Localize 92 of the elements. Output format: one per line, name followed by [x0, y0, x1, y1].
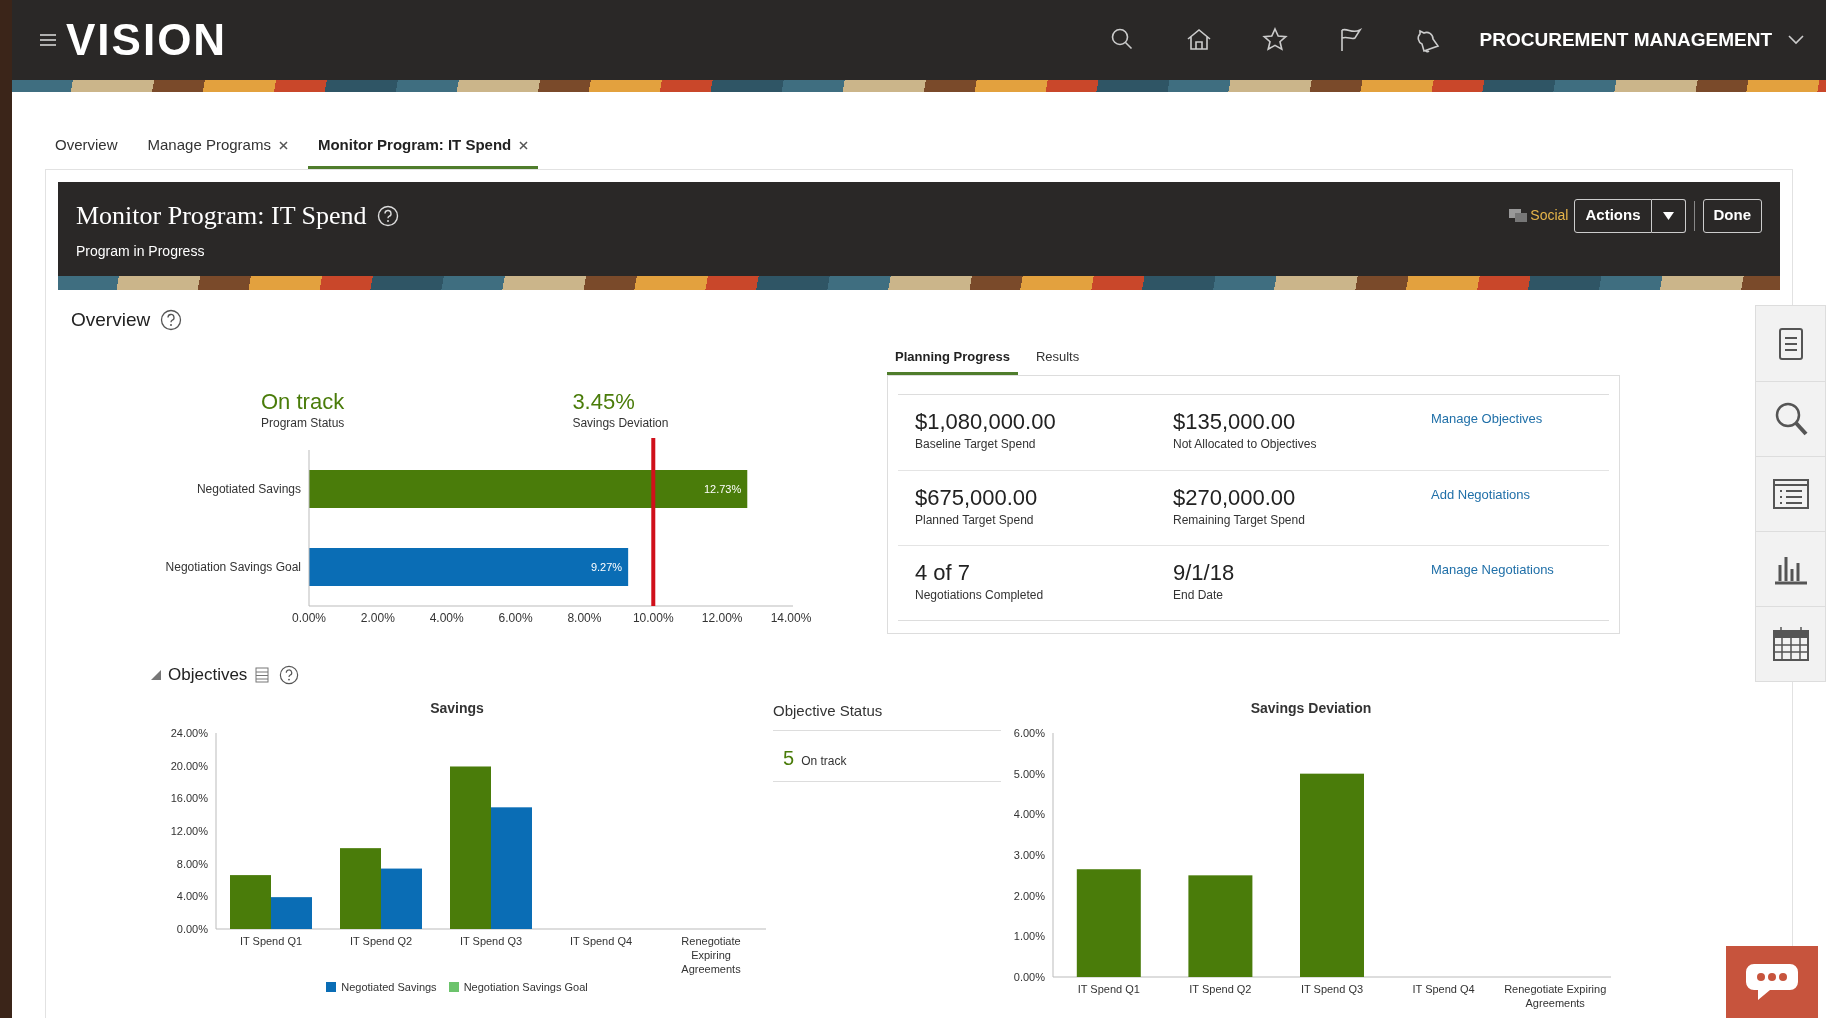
status-value: 3.45% — [572, 389, 636, 414]
status-value: On track — [261, 389, 345, 414]
metric-label: Planned Target Spend — [915, 512, 1035, 529]
tick-label: 8.00% — [567, 610, 602, 625]
tick-label: 0.00% — [1013, 970, 1045, 983]
tick-label: 4.00% — [429, 610, 464, 625]
tick-label: 4.00% — [1013, 807, 1045, 820]
close-icon[interactable] — [278, 141, 288, 150]
metric-label: Not Allocated to Objectives — [1173, 436, 1318, 453]
page-title: Monitor Program: IT Spend — [76, 200, 367, 232]
tab[interactable]: Overview — [45, 125, 128, 169]
social-link[interactable]: Social — [1530, 205, 1569, 226]
legend-label: Negotiation Savings Goal — [463, 979, 588, 995]
category-label: IT Spend Q3 — [459, 934, 523, 947]
chart-title: Savings Deviation — [1250, 698, 1372, 718]
tick-label: 10.00% — [632, 610, 674, 625]
table-icon[interactable] — [255, 666, 270, 683]
category-label: Negotiation Savings Goal — [165, 559, 301, 574]
metric-value: $135,000.00 — [1173, 409, 1297, 435]
calendar-icon[interactable] — [1770, 624, 1811, 664]
panel-title: Objective Status — [773, 700, 884, 721]
status-label: Program Status — [261, 414, 345, 432]
tick-label: 24.00% — [170, 726, 208, 739]
tick-label: 16.00% — [170, 791, 208, 804]
close-icon[interactable] — [519, 141, 529, 150]
tick-label: 14.00% — [770, 610, 812, 625]
metric-label: Negotiations Completed — [915, 587, 1045, 604]
tick-label: 0.00% — [292, 610, 326, 625]
tab[interactable]: Monitor Program: IT Spend — [307, 125, 539, 169]
category-label: IT Spend Q4 — [569, 934, 633, 947]
help-icon[interactable] — [279, 664, 300, 685]
vision-logo: VISION — [66, 14, 228, 66]
star-icon[interactable] — [1261, 27, 1288, 53]
category-label: Renegotiate Expiring Agreements — [681, 934, 741, 975]
category-label: IT Spend Q2 — [1189, 982, 1252, 995]
legend-label: Negotiated Savings — [341, 979, 437, 995]
metric-value: $675,000.00 — [915, 485, 1039, 511]
metric-label: End Date — [1173, 587, 1225, 604]
chat-bubbles-icon[interactable] — [1508, 207, 1529, 224]
tick-label: 12.00% — [701, 610, 743, 625]
data-label: 9.27% — [590, 560, 623, 573]
tick-label: 1.00% — [1013, 929, 1045, 942]
actions-dropdown-button[interactable] — [1651, 198, 1686, 233]
tick-label: 2.00% — [1013, 889, 1045, 902]
category-label: IT Spend Q2 — [349, 934, 413, 947]
link[interactable]: Add Negotiations — [1431, 485, 1530, 545]
metric-label: Baseline Target Spend — [915, 436, 1037, 453]
metric-value: 9/1/18 — [1173, 560, 1236, 586]
caret-icon — [1662, 211, 1674, 220]
chart-title: Savings — [430, 698, 484, 718]
status-label: On track — [801, 753, 847, 770]
category-label: IT Spend Q3 — [1300, 982, 1364, 995]
chat-button[interactable] — [1726, 946, 1818, 1018]
tick-label: 5.00% — [1013, 767, 1045, 780]
bar — [381, 868, 422, 929]
chevron-down-icon[interactable] — [1788, 35, 1804, 45]
link[interactable]: Manage Negotiations — [1431, 560, 1554, 620]
done-button[interactable]: Done — [1702, 198, 1762, 233]
tick-label: 3.00% — [1013, 848, 1045, 861]
tick-label: 8.00% — [176, 857, 208, 870]
status-label: Savings Deviation — [572, 414, 669, 432]
category-label: IT Spend Q1 — [239, 934, 303, 947]
link[interactable]: Manage Objectives — [1431, 409, 1543, 470]
metric-label: Remaining Target Spend — [1173, 512, 1306, 529]
status-count: 5 — [783, 746, 795, 771]
tick-label: 0.00% — [176, 922, 208, 935]
category-label: IT Spend Q4 — [1412, 982, 1475, 995]
page-subtitle: Program in Progress — [75, 242, 206, 261]
actions-button[interactable]: Actions — [1574, 198, 1652, 233]
chat-bubble-icon — [1744, 962, 1800, 1002]
role-title[interactable]: PROCUREMENT MANAGEMENT — [1479, 25, 1772, 55]
section-title: Objectives — [168, 664, 248, 686]
category-label: IT Spend Q1 — [1077, 982, 1140, 995]
home-icon[interactable] — [1185, 27, 1212, 53]
tick-label: 2.00% — [360, 610, 395, 625]
category-label: Negotiated Savings — [196, 481, 301, 496]
data-label: 12.73% — [703, 482, 742, 495]
tab[interactable]: Results — [1027, 344, 1088, 375]
metric-value: $1,080,000.00 — [915, 409, 1057, 435]
metric-value: 4 of 7 — [915, 560, 972, 586]
tick-label: 4.00% — [176, 889, 208, 902]
tick-label: 20.00% — [170, 759, 208, 772]
tick-label: 6.00% — [498, 610, 533, 625]
category-label: Renegotiate Expiring Agreements — [1504, 982, 1607, 1009]
disclosure-triangle-icon[interactable] — [150, 668, 162, 681]
tab[interactable]: Manage Programs — [137, 125, 298, 169]
metric-value: $270,000.00 — [1173, 485, 1297, 511]
menu-icon[interactable] — [40, 33, 56, 47]
tick-label: 6.00% — [1013, 726, 1045, 739]
section-title: Overview — [71, 308, 151, 332]
help-icon[interactable] — [160, 309, 183, 332]
tick-label: 12.00% — [170, 824, 208, 837]
